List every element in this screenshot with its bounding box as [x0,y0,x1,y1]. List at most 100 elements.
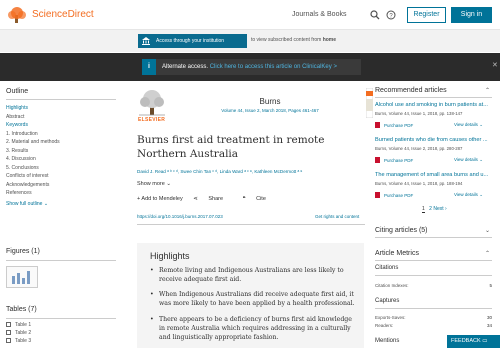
outline-item-highlights[interactable]: Highlights [6,104,116,113]
recommended-article-meta: Burns, Volume 44, Issue 1, 2018, pp. 188… [375,181,463,186]
access-suffix-bold: home [322,37,337,43]
journal-title-link[interactable]: Burns [175,97,365,106]
sign-in-button[interactable]: Sign in [451,7,492,23]
recommended-article-link[interactable]: Alcohol use and smoking in burn patients… [375,102,492,108]
article-actions: + Add to Mendeley ⋖ Share ❝ Cite [137,196,284,202]
outline-item-keywords[interactable]: Keywords [6,121,116,130]
recommended-article-meta: Burns, Volume 44, Issue 2, 2018, pp. 280… [375,146,463,151]
clinicalkey-link[interactable]: Click here to access this article on Cli… [210,64,332,70]
alternate-access-box: i Alternate access. Click here to access… [142,59,361,75]
citing-articles-title[interactable]: Citing articles (5) [375,227,428,234]
table-link-2[interactable]: Table 2 [6,330,31,337]
metric-citation-indexes-label: Citation Indexes: [375,283,409,288]
brand-name[interactable]: ScienceDirect [32,9,94,20]
access-banner-text: to view subscribed content from home [251,37,336,43]
metric-exports-saves-label: Exports-Saves: [375,315,406,320]
view-details-label: View details [454,157,478,162]
table-icon [6,330,11,335]
view-details-label: View details [454,192,478,197]
page-2-button[interactable]: 2 [429,206,432,212]
author-list[interactable]: David J. Read ᵃ ᵇ ᶜ ᵈ, Swee Chin Tan ᶜ ᵈ… [137,169,365,174]
show-full-outline-label: Show full outline [6,200,43,207]
divider [375,308,492,309]
metric-exports-saves-value: 30 [486,315,492,320]
publisher-name: ELSEVIER [138,117,166,123]
outline-item-acknowledgements[interactable]: Acknowledgements [6,181,116,190]
quote-icon: ❝ [242,196,246,202]
outline-title: Outline [6,88,29,95]
journals-books-link[interactable]: Journals & Books [292,11,346,18]
chevron-down-icon[interactable]: ⌄ [485,227,490,234]
article-metrics-title: Article Metrics [375,250,419,257]
purchase-pdf-label: Purchase PDF [384,158,414,163]
metric-citation-indexes-value: 5 [489,283,492,288]
figure-thumbnail[interactable] [6,266,38,288]
register-button[interactable]: Register [407,7,446,23]
outline-item-conclusions[interactable]: 5. Conclusions [6,164,116,173]
pdf-icon [375,157,380,163]
article-title: Burns first aid treatment in remote Nort… [137,134,325,160]
highlight-item: There appears to be a deficiency of burn… [150,315,359,342]
view-details-link[interactable]: View details ⌄ [454,192,483,198]
outline-item-abstract[interactable]: Abstract [6,113,116,122]
elsevier-tree-logo-icon[interactable] [6,6,28,24]
alternate-access-banner: i Alternate access. Click here to access… [0,53,500,81]
metrics-captures-label: Captures [375,298,400,304]
doi-link[interactable]: https://doi.org/10.1016/j.burns.2017.07.… [137,214,223,219]
info-icon: i [142,59,156,75]
rights-content-link[interactable]: Get rights and content [315,214,359,219]
help-icon[interactable]: ? [386,10,396,20]
outline-item-references[interactable]: References [6,189,116,198]
highlights-section: Highlights Remote living and Indigenous … [137,243,364,348]
purchase-pdf-link[interactable]: Purchase PDF [375,192,413,198]
institution-access-banner: Access through your institution to view … [0,30,500,52]
outline-item-discussion[interactable]: 4. Discussion [6,155,116,164]
share-icon: ⋖ [193,196,198,202]
elsevier-publisher-logo-icon[interactable] [137,88,167,118]
tables-title: Tables (7) [6,306,37,313]
search-icon[interactable] [370,10,380,20]
outline-item-methods[interactable]: 2. Material and methods [6,138,116,147]
show-more-button[interactable]: Show more ⌄ [137,181,171,187]
page-1-button[interactable]: 1 [422,206,425,213]
speech-bubble-icon: ▭ [482,338,488,344]
highlight-item: Remote living and Indigenous Australians… [150,266,359,284]
table-label: Table 3 [15,338,32,344]
journal-issue-link[interactable]: Volume 44, Issue 2, March 2018, Pages 46… [175,108,365,113]
table-link-1[interactable]: Table 1 [6,322,31,329]
chevron-down-icon: ⌄ [479,192,483,197]
chevron-up-icon[interactable]: ⌃ [485,87,490,94]
table-icon [6,338,11,343]
recommended-article-link[interactable]: Burned patients who die from causes othe… [375,137,492,143]
recommended-article-link[interactable]: The management of small area burns and u… [375,172,492,178]
highlight-item: When Indigenous Australians did receive … [150,290,359,308]
view-details-link[interactable]: View details ⌄ [454,122,483,128]
view-details-link[interactable]: View details ⌄ [454,157,483,163]
figures-title: Figures (1) [6,248,40,255]
purchase-pdf-link[interactable]: Purchase PDF [375,122,413,128]
outline-item-introduction[interactable]: 1. Introduction [6,130,116,139]
share-button[interactable]: ⋖ Share [193,196,232,202]
purchase-pdf-link[interactable]: Purchase PDF [375,157,413,163]
show-full-outline-button[interactable]: Show full outline ⌄ [6,201,116,207]
chevron-down-icon: ⌄ [166,181,171,187]
outline-item-results[interactable]: 3. Results [6,147,116,156]
access-institution-button[interactable]: Access through your institution [138,34,247,48]
next-page-button[interactable]: Next › [433,206,446,212]
cite-button[interactable]: ❝ Cite [243,196,275,202]
close-icon[interactable]: ✕ [492,61,498,69]
purchase-pdf-label: Purchase PDF [384,193,414,198]
recommended-article-meta: Burns, Volume 44, Issue 1, 2018, pp. 138… [375,111,463,116]
add-to-mendeley-button[interactable]: + Add to Mendeley [137,196,183,202]
outline-item-conflicts[interactable]: Conflicts of interest [6,172,116,181]
chevron-up-icon[interactable]: ⌃ [485,250,490,257]
access-institution-label: Access through your institution [156,38,225,44]
journal-cover-thumbnail[interactable] [366,88,373,118]
figure-chart-icon [12,271,30,284]
feedback-button[interactable]: FEEDBACK ▭ [447,335,500,348]
institution-building-icon [142,37,150,45]
share-label: Share [208,196,224,202]
top-header: ScienceDirect Journals & Books ? Registe… [0,0,500,30]
outline-panel: Outline Highlights Abstract Keywords 1. … [6,88,116,207]
table-link-3[interactable]: Table 3 [6,338,31,345]
